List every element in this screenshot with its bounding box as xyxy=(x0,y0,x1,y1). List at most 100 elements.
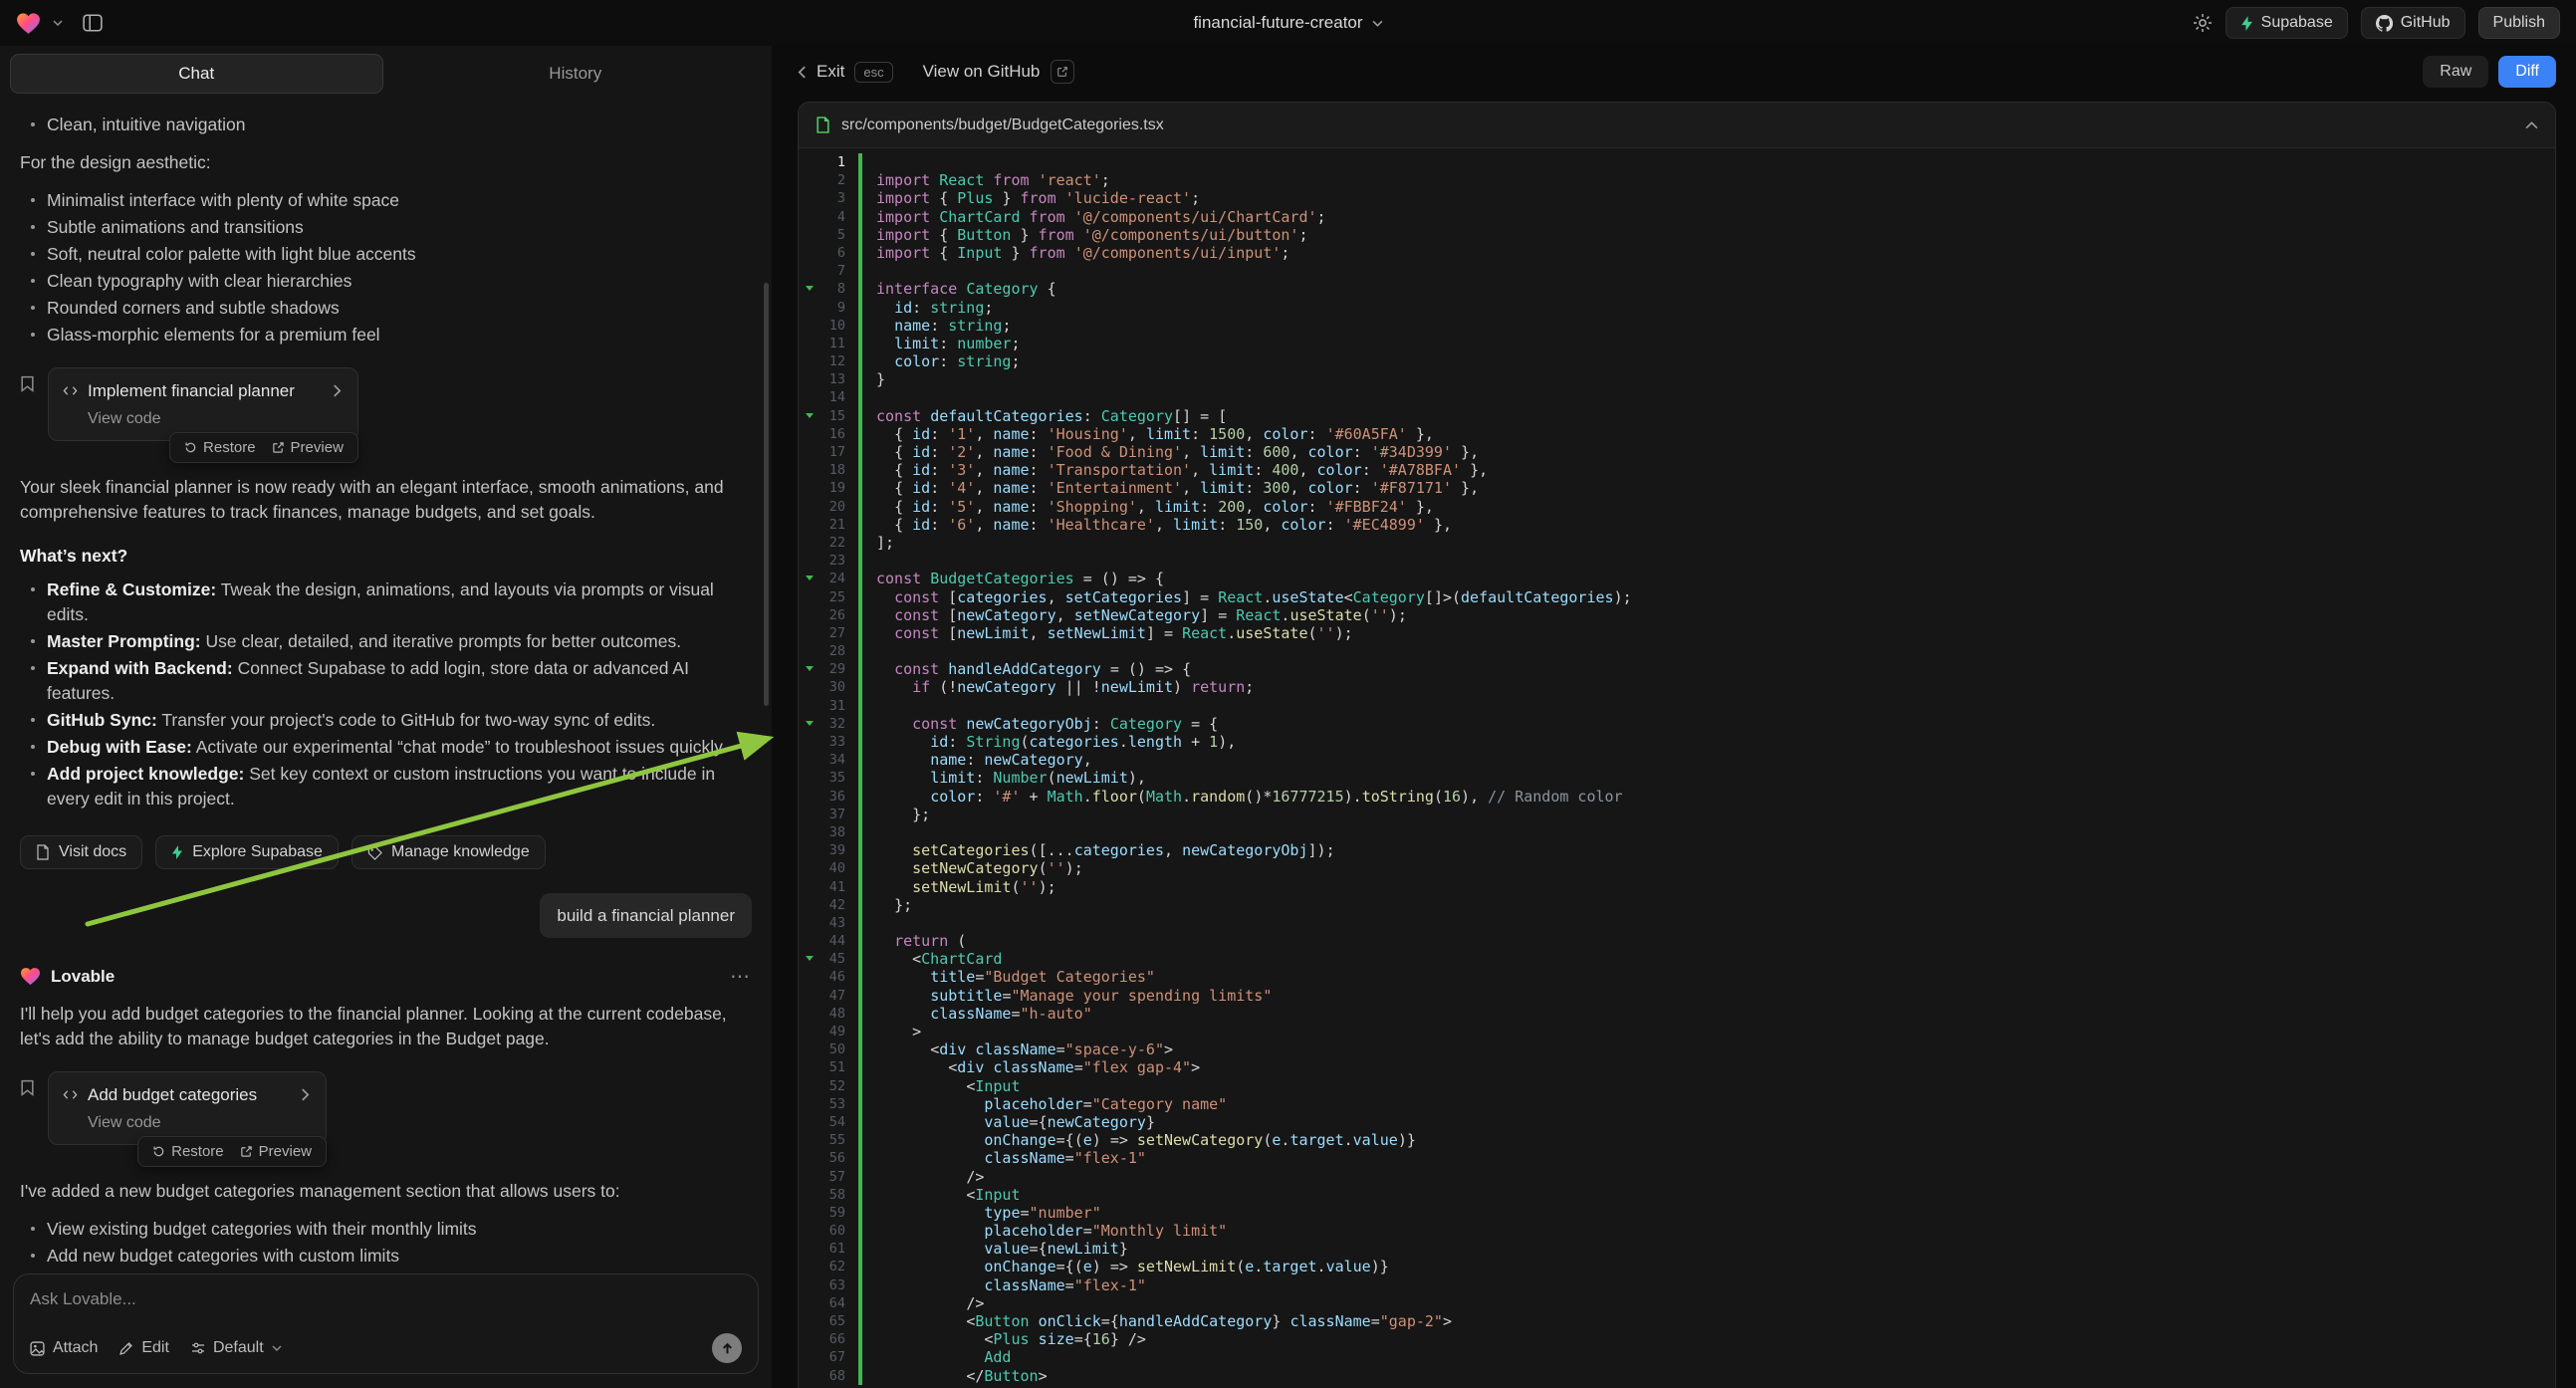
code-line: 65 <Button onClick={handleAddCategory} c… xyxy=(799,1312,2555,1330)
action-manage-knowledge[interactable]: Manage knowledge xyxy=(351,835,546,869)
line-number: 15 xyxy=(799,407,858,425)
bullet-list: Minimalist interface with plenty of whit… xyxy=(20,188,752,347)
send-button[interactable] xyxy=(712,1333,742,1363)
settings-gear-icon[interactable] xyxy=(2193,13,2213,33)
view-on-github-link[interactable]: View on GitHub xyxy=(923,60,1075,84)
line-number: 67 xyxy=(799,1348,858,1366)
code-icon xyxy=(63,1087,78,1102)
code-line: 30 if (!newCategory || !newLimit) return… xyxy=(799,678,2555,696)
line-number: 26 xyxy=(799,606,858,624)
tool-card-actions: RestorePreview xyxy=(137,1136,327,1167)
code-line: 61 value={newLimit} xyxy=(799,1240,2555,1258)
code-text: <Input xyxy=(862,1077,1021,1095)
github-button[interactable]: GitHub xyxy=(2361,7,2465,39)
publish-button[interactable]: Publish xyxy=(2478,7,2560,39)
bullet-list: View existing budget categories with the… xyxy=(20,1217,752,1266)
edit-label: Edit xyxy=(141,1339,169,1357)
line-number: 45 xyxy=(799,950,858,968)
line-number: 35 xyxy=(799,769,858,787)
bookmark-icon[interactable] xyxy=(20,1079,35,1096)
code-viewer[interactable]: 12import React from 'react';3import { Pl… xyxy=(799,148,2555,1388)
action-visit-docs[interactable]: Visit docs xyxy=(20,835,142,869)
code-text: const [categories, setCategories] = Reac… xyxy=(862,588,1632,606)
line-number: 29 xyxy=(799,660,858,678)
code-text: setNewLimit(''); xyxy=(862,878,1056,896)
code-line: 12 color: string; xyxy=(799,352,2555,370)
line-number: 7 xyxy=(799,262,858,280)
code-text: const [newCategory, setNewCategory] = Re… xyxy=(862,606,1407,624)
tool-card-header: Add budget categories xyxy=(63,1082,310,1107)
preview-button[interactable]: Preview xyxy=(265,436,351,459)
code-text: return ( xyxy=(862,932,966,950)
code-text: { id: '2', name: 'Food & Dining', limit:… xyxy=(862,443,1479,461)
code-line: 1 xyxy=(799,153,2555,171)
preview-button[interactable]: Preview xyxy=(233,1140,319,1163)
view-code-link[interactable]: View code xyxy=(88,406,342,431)
lovable-logo-icon[interactable] xyxy=(16,12,41,35)
tag-icon xyxy=(367,845,382,860)
code-text: Add xyxy=(862,1348,1011,1366)
exit-button[interactable]: Exit esc xyxy=(798,62,893,83)
line-number: 6 xyxy=(799,244,858,262)
attach-label: Attach xyxy=(53,1339,98,1357)
chat-input[interactable]: Ask Lovable... xyxy=(30,1289,742,1311)
code-line: 38 xyxy=(799,823,2555,841)
diff-toggle[interactable]: Diff xyxy=(2498,56,2556,88)
code-text xyxy=(862,552,876,570)
bookmark-icon[interactable] xyxy=(20,375,35,392)
attach-button[interactable]: Attach xyxy=(30,1339,98,1357)
tab-history[interactable]: History xyxy=(389,54,763,94)
line-number: 17 xyxy=(799,443,858,461)
action-explore-supabase[interactable]: Explore Supabase xyxy=(155,835,339,869)
line-number: 62 xyxy=(799,1258,858,1275)
mode-select[interactable]: Default xyxy=(191,1339,282,1357)
code-line: 66 <Plus size={16} /> xyxy=(799,1330,2555,1348)
external-link-icon xyxy=(240,1145,253,1158)
bullet-item: Add project knowledge: Set key context o… xyxy=(47,762,752,811)
project-switcher[interactable]: financial-future-creator xyxy=(1193,13,1382,33)
tool-card[interactable]: Implement financial plannerView codeRest… xyxy=(48,367,358,441)
tab-chat[interactable]: Chat xyxy=(10,54,383,94)
line-number: 27 xyxy=(799,624,858,642)
line-number: 19 xyxy=(799,479,858,497)
view-on-github-label: View on GitHub xyxy=(923,62,1041,82)
code-line: 44 return ( xyxy=(799,932,2555,950)
collapse-file-icon[interactable] xyxy=(2525,121,2538,129)
code-card: src/components/budget/BudgetCategories.t… xyxy=(798,102,2556,1388)
more-options-icon[interactable]: ⋯ xyxy=(730,964,752,989)
file-header[interactable]: src/components/budget/BudgetCategories.t… xyxy=(799,103,2555,148)
topbar-right: Supabase GitHub Publish xyxy=(2193,7,2560,39)
bullet-item: GitHub Sync: Transfer your project's cod… xyxy=(47,708,752,733)
code-text: /> xyxy=(862,1294,984,1312)
raw-toggle[interactable]: Raw xyxy=(2423,56,2488,88)
code-text xyxy=(862,642,876,660)
chevron-right-icon xyxy=(305,384,342,397)
edit-button[interactable]: Edit xyxy=(119,1339,169,1357)
toggle-sidebar-icon[interactable] xyxy=(83,14,103,32)
chat-messages: Clean, intuitive navigationFor the desig… xyxy=(0,100,772,1266)
code-line: 37 }; xyxy=(799,806,2555,823)
code-line: 16 { id: '1', name: 'Housing', limit: 15… xyxy=(799,425,2555,443)
line-number: 30 xyxy=(799,678,858,696)
code-text: <Plus size={16} /> xyxy=(862,1330,1146,1348)
code-line: 6import { Input } from '@/components/ui/… xyxy=(799,244,2555,262)
chat-scrollbar-thumb[interactable] xyxy=(764,283,769,706)
view-code-link[interactable]: View code xyxy=(88,1110,310,1135)
external-link-icon xyxy=(1051,60,1074,84)
code-line: 20 { id: '5', name: 'Shopping', limit: 2… xyxy=(799,498,2555,516)
lovable-heart-icon xyxy=(20,967,41,986)
supabase-button[interactable]: Supabase xyxy=(2225,7,2348,39)
line-number: 65 xyxy=(799,1312,858,1330)
line-number: 31 xyxy=(799,697,858,715)
restore-button[interactable]: Restore xyxy=(177,436,263,459)
line-number: 42 xyxy=(799,896,858,914)
line-number: 14 xyxy=(799,388,858,406)
code-line: 3import { Plus } from 'lucide-react'; xyxy=(799,189,2555,207)
restore-button[interactable]: Restore xyxy=(145,1140,231,1163)
tool-card[interactable]: Add budget categoriesView codeRestorePre… xyxy=(48,1071,327,1145)
code-text: id: string; xyxy=(862,299,993,317)
workspace-chevron-icon[interactable] xyxy=(53,20,63,26)
code-line: 8interface Category { xyxy=(799,280,2555,298)
code-line: 60 placeholder="Monthly limit" xyxy=(799,1222,2555,1240)
action-label: Explore Supabase xyxy=(192,843,323,861)
